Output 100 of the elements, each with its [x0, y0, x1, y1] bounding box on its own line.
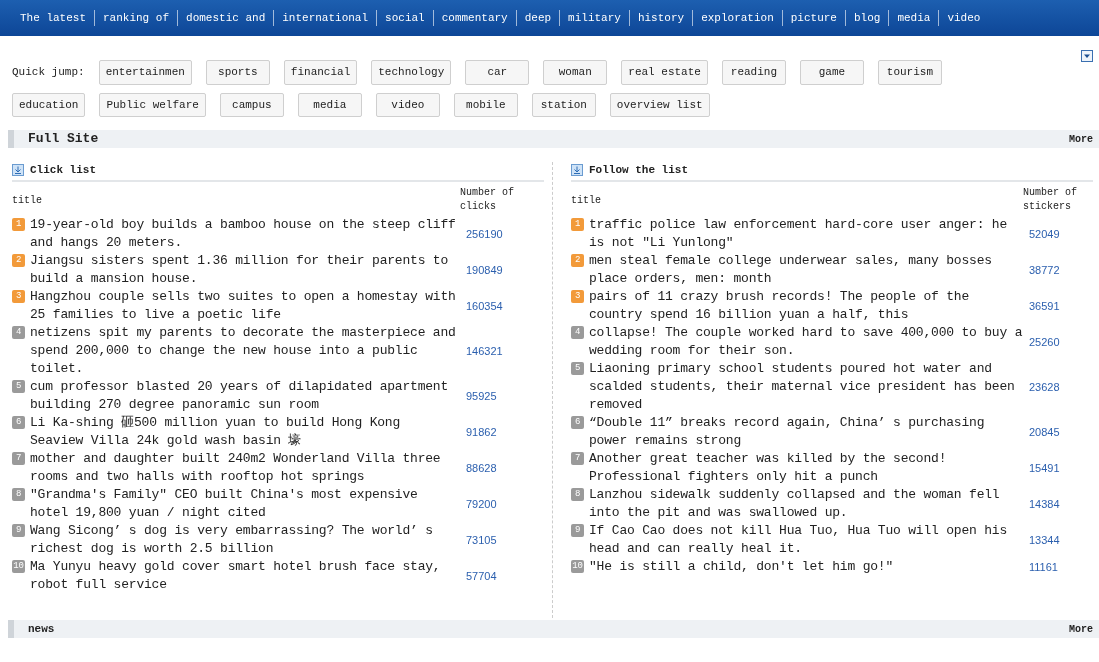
rank-badge: 8 — [12, 488, 25, 501]
rank-badge: 2 — [12, 254, 25, 267]
nav-link[interactable]: blog — [845, 9, 889, 27]
more-link[interactable]: More — [1069, 131, 1093, 147]
panel-title: Click list — [30, 162, 96, 178]
headline-link[interactable]: 19-year-old boy builds a bamboo house on the steep cliff and hangs 20 meters. — [30, 216, 460, 252]
quick-link[interactable]: media — [297, 92, 362, 117]
section-title: Full Site — [28, 130, 99, 149]
nav-link[interactable]: video — [938, 9, 989, 27]
headline-link[interactable]: collapse! The couple worked hard to save 400,000 to buy a wedding room for their son. — [589, 324, 1023, 360]
quick-link[interactable]: Public welfare — [99, 92, 206, 117]
quick-link[interactable]: real estate — [621, 60, 708, 85]
nav-link[interactable]: international — [273, 9, 377, 27]
nav-link[interactable]: military — [559, 9, 629, 27]
quick-link[interactable]: game — [799, 60, 864, 85]
headline-link[interactable]: If Cao Cao does not kill Hua Tuo, Hua Tuo will open his head and can really heal it. — [589, 522, 1023, 558]
rank-badge: 4 — [571, 326, 584, 339]
headline-link[interactable]: traffic police law enforcement hard-core user anger: he is not "Li Yunlong" — [589, 216, 1023, 252]
nav-link[interactable]: media — [888, 9, 939, 27]
rank-badge: 10 — [571, 560, 584, 573]
quick-link[interactable]: campus — [219, 92, 284, 117]
quick-link[interactable]: tourism — [877, 60, 942, 85]
more-link[interactable]: More — [1069, 621, 1093, 637]
rank-badge: 9 — [571, 524, 584, 537]
rank-badge: 3 — [571, 290, 584, 303]
quick-link[interactable]: woman — [543, 60, 608, 85]
headline-link[interactable]: cum professor blasted 20 years of dilapidated apartment building 270 degree panoramic sun room — [30, 378, 460, 414]
count-value: 23628 — [1028, 379, 1060, 395]
count-value: 52049 — [1028, 226, 1060, 242]
rank-badge: 10 — [12, 560, 25, 573]
download-icon — [571, 164, 583, 176]
quick-link[interactable]: education — [12, 92, 86, 117]
count-value: 20845 — [1028, 424, 1060, 440]
quick-link[interactable]: sports — [205, 60, 270, 85]
count-value: 160354 — [465, 298, 503, 314]
count-value: 190849 — [465, 262, 503, 278]
rank-badge: 5 — [12, 380, 25, 393]
count-value: 11161 — [1028, 559, 1058, 575]
nav-link[interactable]: commentary — [432, 9, 516, 27]
headline-link[interactable]: Wang Sicong’ s dog is very embarrassing? The world’ s richest dog is worth 2.5 billion — [30, 522, 460, 558]
headline-link[interactable]: “Double 11” breaks record again, China’ s purchasing power remains strong — [589, 414, 1023, 450]
column-header: title — [12, 194, 43, 208]
count-value: 38772 — [1028, 262, 1060, 278]
quick-link[interactable]: reading — [721, 60, 786, 85]
quick-link[interactable]: financial — [283, 60, 358, 85]
rank-badge: 4 — [12, 326, 25, 339]
quick-link[interactable]: video — [375, 92, 440, 117]
headline-link[interactable]: "Grandma's Family" CEO built China's most expensive hotel 19,800 yuan / night cited — [30, 486, 460, 522]
rank-badge: 1 — [571, 218, 584, 231]
quick-link[interactable]: overview list — [609, 92, 710, 117]
nav-link[interactable]: history — [628, 9, 693, 27]
quick-link[interactable]: station — [531, 92, 596, 117]
headline-link[interactable]: netizens spit my parents to decorate the masterpiece and spend 200,000 to change the new house into a public toilet. — [30, 324, 460, 378]
dropdown-icon[interactable] — [1081, 50, 1093, 62]
download-icon — [12, 164, 24, 176]
headline-link[interactable]: Liaoning primary school students poured hot water and scalded students, their maternal vice president has been removed — [589, 360, 1023, 414]
rank-badge: 3 — [12, 290, 25, 303]
quick-link[interactable]: car — [465, 60, 530, 85]
column-header: Number of clicks — [460, 186, 515, 214]
nav-link[interactable]: ranking of — [94, 9, 178, 27]
headline-link[interactable]: Jiangsu sisters spent 1.36 million for their parents to build a mansion house. — [30, 252, 460, 288]
quick-link[interactable]: entertainmen — [98, 60, 192, 85]
count-value: 79200 — [465, 496, 497, 512]
quick-link[interactable]: technology — [371, 60, 452, 85]
rank-badge: 6 — [571, 416, 584, 429]
count-value: 25260 — [1028, 334, 1060, 350]
nav-link[interactable]: picture — [781, 9, 845, 27]
quick-jump-label: Quick jump: — [12, 65, 85, 80]
count-value: 146321 — [465, 343, 503, 359]
count-value: 256190 — [465, 226, 503, 242]
rank-badge: 8 — [571, 488, 584, 501]
rank-badge: 5 — [571, 362, 584, 375]
count-value: 13344 — [1028, 532, 1060, 548]
panel-title: Follow the list — [589, 162, 689, 178]
headline-link[interactable]: mother and daughter built 240m2 Wonderland Villa three rooms and two halls with rooftop hot springs — [30, 450, 460, 486]
rank-badge: 2 — [571, 254, 584, 267]
nav-link[interactable]: The latest — [12, 9, 94, 27]
headline-link[interactable]: Lanzhou sidewalk suddenly collapsed and the woman fell into the pit and was swallowed up. — [589, 486, 1023, 522]
nav-link[interactable]: domestic and — [177, 9, 274, 27]
count-value: 57704 — [465, 568, 497, 584]
count-value: 88628 — [465, 460, 497, 476]
headline-link[interactable]: Ma Yunyu heavy gold cover smart hotel brush face stay, robot full service — [30, 558, 460, 594]
column-header: title — [571, 194, 602, 208]
rank-badge: 7 — [12, 452, 25, 465]
count-value: 73105 — [465, 532, 497, 548]
quick-link[interactable]: mobile — [453, 92, 518, 117]
headline-link[interactable]: "He is still a child, don't let him go!" — [589, 558, 1023, 576]
column-header: Number of stickers — [1023, 186, 1078, 214]
count-value: 36591 — [1028, 298, 1060, 314]
headline-link[interactable]: Another great teacher was killed by the second! Professional fighters only hit a punch — [589, 450, 1023, 486]
nav-link[interactable]: social — [376, 9, 433, 27]
rank-badge: 7 — [571, 452, 584, 465]
count-value: 15491 — [1028, 460, 1060, 476]
count-value: 95925 — [465, 388, 497, 404]
rank-badge: 9 — [12, 524, 25, 537]
nav-link[interactable]: exploration — [692, 9, 782, 27]
rank-badge: 6 — [12, 416, 25, 429]
count-value: 14384 — [1028, 496, 1060, 512]
nav-link[interactable]: deep — [515, 9, 560, 27]
section-title: news — [28, 621, 55, 637]
